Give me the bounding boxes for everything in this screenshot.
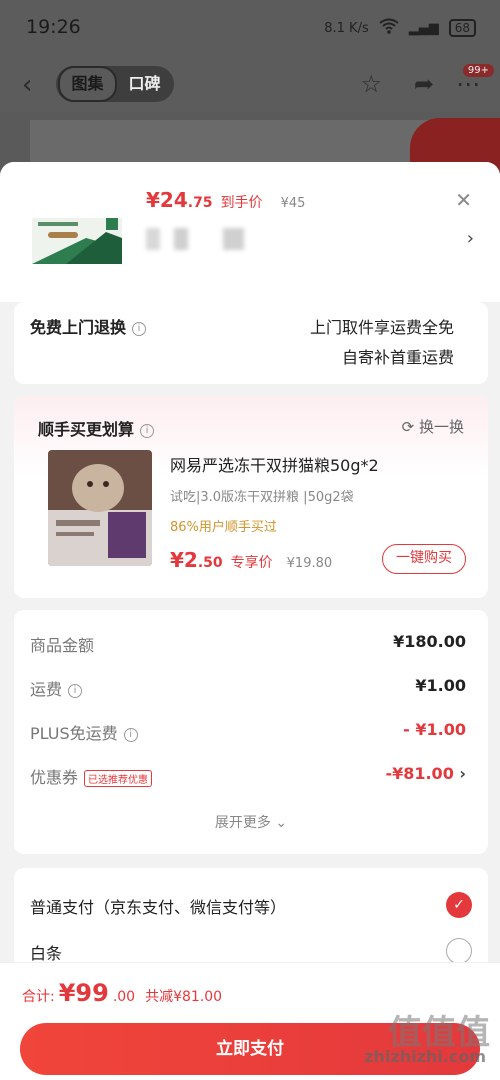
summary-row-coupon[interactable]: 优惠券 已选推荐优惠 -¥81.00 › [30, 764, 466, 788]
return-service-desc-1: 上门取件享运费全免 [309, 318, 454, 337]
total-amount: 合计: ¥99.00 共减¥81.00 [22, 979, 223, 1007]
selected-check-icon[interactable]: ✓ [446, 892, 472, 918]
share-icon[interactable]: ➦ [414, 70, 434, 98]
upsell-price: ¥2.50 [170, 548, 223, 572]
signal-icon: ▂▄▆ [408, 20, 439, 36]
checkout-footer: 合计: ¥99.00 共减¥81.00 立即支付 值值值 zhizhizhi.c… [0, 962, 500, 1080]
upsell-original-price: ¥19.80 [286, 556, 333, 571]
summary-row-shipping: 运费 i ¥1.00 [30, 676, 466, 699]
checkout-sheet: ¥24.75 到手价 ¥45 ✕ › 免费上门退换 i 上门取件享运费全免 自寄补… [0, 162, 500, 1080]
status-time: 19:26 [26, 16, 81, 38]
star-icon[interactable]: ☆ [360, 70, 382, 98]
chevron-right-icon[interactable]: › [467, 228, 474, 249]
cat-food-product-image [48, 450, 152, 566]
product-price-line: ¥24.75 到手价 ¥45 [146, 188, 305, 212]
upsell-price-line: ¥2.50 专享价 ¥19.80 [170, 548, 332, 572]
product-thumbnail [26, 188, 130, 288]
wifi-icon [379, 18, 399, 38]
info-icon[interactable]: i [132, 321, 147, 336]
product-name-blurred [146, 228, 286, 250]
tab-gallery[interactable]: 图集 [58, 66, 117, 102]
upsell-purchase-stat: 86%用户顺手买过 [170, 520, 277, 535]
swap-button[interactable]: ⟳ 换一换 [402, 416, 464, 437]
payment-option-normal[interactable]: 普通支付（京东支付、微信支付等） [30, 894, 472, 918]
return-service-title: 免费上门退换 i [30, 314, 147, 338]
payment-option-baitiao[interactable]: 白条 [30, 940, 472, 964]
upsell-product-name[interactable]: 网易严选冻干双拼猫粮50g*2 [170, 452, 379, 476]
one-click-buy-button[interactable]: 一键购买 [382, 544, 466, 574]
unselected-radio-icon[interactable] [446, 938, 472, 964]
order-summary-card: 商品金额 ¥180.00 运费 i ¥1.00 PLUS免运费 i - ¥1.00 … [14, 610, 488, 854]
status-indicators: 8.1 K/s ▂▄▆ 68 [324, 18, 476, 38]
return-service-desc-2: 自寄补首重运费 [341, 348, 454, 367]
return-service-card: 免费上门退换 i 上门取件享运费全免 自寄补首重运费 [14, 302, 488, 384]
upsell-card: 顺手买更划算 i ⟳ 换一换 网易严选冻干双拼猫粮50g*2 试吃|3.0版冻干双… [14, 396, 488, 598]
product-header: ¥24.75 到手价 ¥45 ✕ › [0, 162, 500, 302]
close-icon[interactable]: ✕ [455, 188, 472, 212]
upsell-title: 顺手买更划算 i [38, 416, 155, 440]
info-icon[interactable]: i [68, 683, 83, 698]
final-price: ¥24.75 [146, 188, 213, 212]
product-top-nav: ‹ 图集 口碑 ☆ ➦ ⋯ 99+ [0, 56, 500, 112]
info-icon[interactable]: i [140, 423, 155, 438]
site-watermark-url: zhizhizhi.com [364, 1047, 486, 1066]
chevron-right-icon: › [459, 764, 466, 783]
info-icon[interactable]: i [123, 727, 138, 742]
chevron-down-icon: ⌄ [275, 815, 288, 831]
expand-more-button[interactable]: 展开更多 ⌄ [14, 812, 488, 832]
battery-indicator: 68 [448, 19, 476, 37]
tab-reviews[interactable]: 口碑 [117, 68, 172, 100]
status-bar: 19:26 8.1 K/s ▂▄▆ 68 [0, 0, 500, 56]
final-price-label: 到手价 [220, 195, 263, 211]
recommended-coupon-tag: 已选推荐优惠 [84, 770, 153, 787]
upsell-price-label: 专享价 [230, 555, 273, 571]
original-price: ¥45 [280, 196, 306, 211]
back-icon[interactable]: ‹ [22, 70, 32, 100]
summary-row-plus-free-shipping: PLUS免运费 i - ¥1.00 [30, 720, 466, 743]
view-switcher: 图集 口碑 [56, 66, 174, 102]
total-discount: 共减¥81.00 [145, 989, 223, 1005]
refresh-icon: ⟳ [401, 418, 419, 436]
summary-row-goods: 商品金额 ¥180.00 [30, 632, 466, 655]
notification-badge: 99+ [462, 64, 494, 77]
net-speed: 8.1 K/s [324, 20, 369, 36]
upsell-product-spec: 试吃|3.0版冻干双拼粮 |50g2袋 [170, 490, 354, 505]
